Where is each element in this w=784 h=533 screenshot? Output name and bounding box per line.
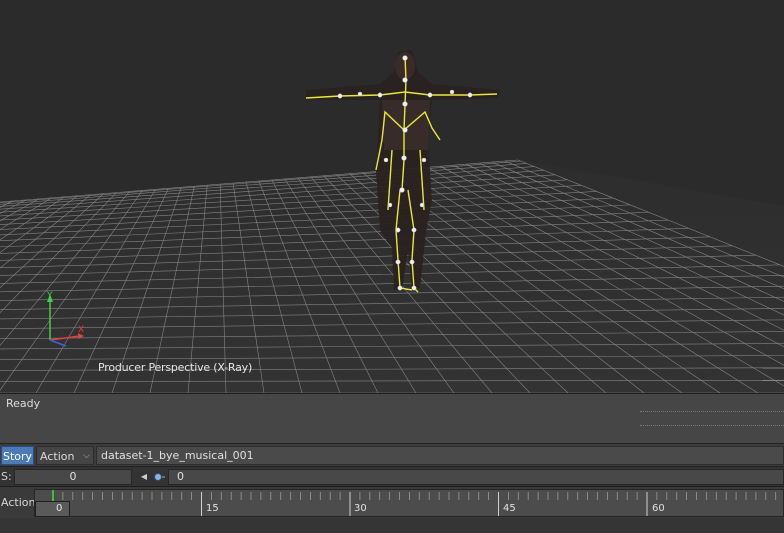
status-divider xyxy=(640,411,784,413)
status-divider xyxy=(640,425,784,427)
timeline-bottom-bar xyxy=(0,518,784,533)
timeline-label: Action xyxy=(1,496,36,509)
tick-label: 45 xyxy=(503,503,516,514)
tab-action-dropdown[interactable]: Action ⌵ xyxy=(36,446,94,465)
take-name-field[interactable]: dataset-1_bye_musical_001 xyxy=(96,446,784,465)
status-text: Ready xyxy=(6,397,41,410)
viewport-camera-label: Producer Perspective (X-Ray) xyxy=(98,361,253,374)
current-frame-box[interactable]: 0 xyxy=(35,501,70,517)
timeline-ticks xyxy=(52,490,777,516)
timeline-panel: Action 0 15 30 45 60 xyxy=(0,486,784,533)
timeline-ruler[interactable] xyxy=(34,489,784,517)
s-value-field[interactable]: 0 xyxy=(14,469,132,485)
axis-y-label: Y xyxy=(47,291,53,301)
tab-action-label: Action xyxy=(40,450,75,463)
tick-label: 30 xyxy=(354,503,367,514)
chevron-down-icon: ⌵ xyxy=(83,451,90,461)
tab-story[interactable]: Story xyxy=(1,446,34,465)
navigator-bar: Story Action ⌵ dataset-1_bye_musical_001 xyxy=(0,443,784,466)
arrow-left-icon[interactable]: ◀ xyxy=(138,469,150,485)
control-row: S: 0 ◀ 0 xyxy=(0,466,784,486)
s-label: S: xyxy=(1,470,12,483)
3d-viewport[interactable]: Y X Producer Perspective (X-Ray) xyxy=(0,0,784,393)
tick-label: 60 xyxy=(652,503,665,514)
key-frame-icon[interactable] xyxy=(150,469,166,485)
axis-x-label: X xyxy=(78,325,85,335)
viewport-canvas xyxy=(0,50,784,393)
tick-label: 15 xyxy=(206,503,219,514)
key-value-field[interactable]: 0 xyxy=(168,469,784,485)
status-panel: Ready xyxy=(0,393,784,443)
